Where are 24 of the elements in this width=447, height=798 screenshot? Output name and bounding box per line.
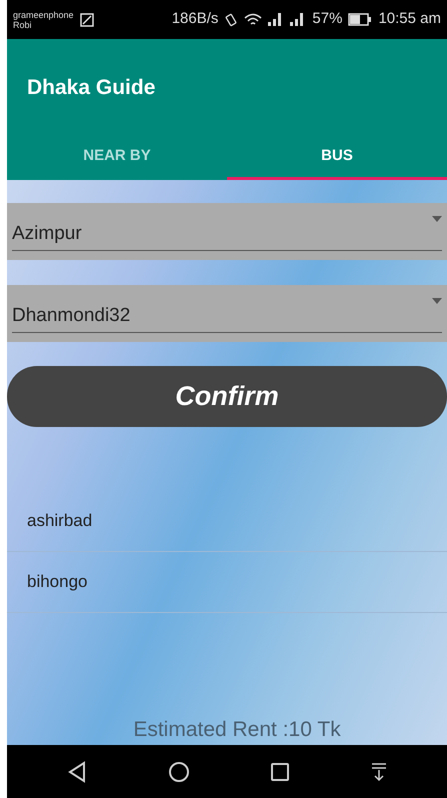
dropdown-arrow-icon	[432, 298, 442, 305]
clock-time: 10:55 am	[378, 9, 441, 30]
home-icon[interactable]	[168, 760, 190, 782]
wifi-icon	[244, 12, 262, 26]
confirm-button[interactable]: Confirm	[7, 366, 447, 427]
notification-pull-icon[interactable]	[370, 762, 387, 782]
bus-list-item[interactable]: bihongo	[7, 552, 447, 613]
estimated-rent: Estimated Rent :10 Tk	[133, 717, 341, 743]
app-title: Dhaka Guide	[27, 75, 156, 102]
dropdown-value: Azimpur	[12, 222, 83, 246]
carrier-name: Robi	[13, 20, 32, 30]
network-speed: 186B/s	[172, 9, 218, 30]
dropdown-value: Dhanmondi32	[12, 304, 132, 328]
dropdown[interactable]: Azimpur	[7, 203, 447, 260]
image-icon	[80, 12, 94, 26]
carrier-name: grameenphone	[13, 10, 74, 20]
dropdown-arrow-icon	[432, 216, 442, 223]
battery-percent: 57%	[312, 9, 342, 30]
bus-list-item[interactable]: ashirbad	[7, 491, 447, 552]
dropdown[interactable]: Dhanmondi32	[7, 285, 447, 342]
back-icon[interactable]	[67, 760, 88, 782]
battery-icon	[348, 13, 372, 26]
vibrate-icon	[224, 12, 238, 26]
recents-icon[interactable]	[270, 762, 290, 782]
